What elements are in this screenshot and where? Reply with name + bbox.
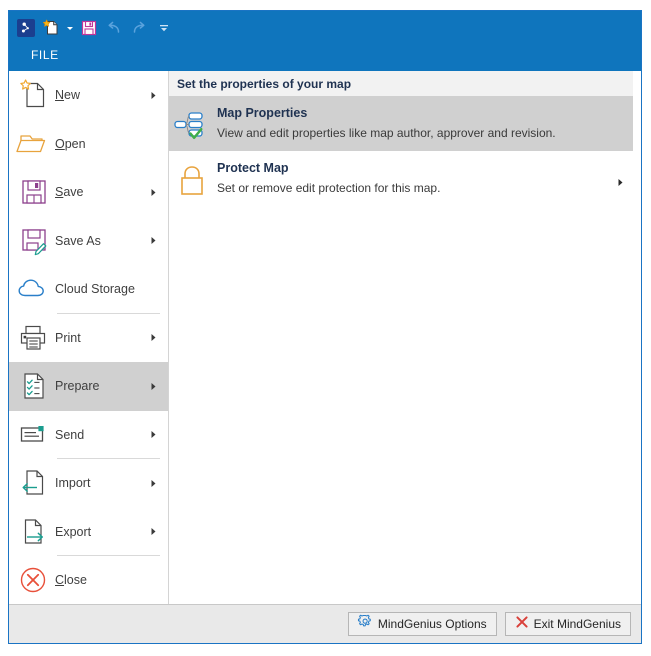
sidebar-item-close-label: Close — [55, 573, 87, 588]
sidebar-item-import-arrow-icon — [150, 479, 168, 488]
tab-file-label: FILE — [31, 48, 59, 62]
command-map-properties[interactable]: Map Properties View and edit properties … — [169, 96, 633, 151]
content-header-title: Set the properties of your map — [177, 76, 352, 91]
padlock-icon — [169, 158, 217, 204]
backstage-bottom-bar: MindGenius Options Exit MindGenius — [9, 604, 641, 643]
command-protect-map[interactable]: Protect Map Set or remove edit protectio… — [169, 151, 633, 206]
sidebar-item-cloud-storage-label: Cloud Storage — [55, 282, 135, 297]
sidebar-item-save-as-arrow-icon — [150, 236, 168, 245]
backstage-content-panel: Set the properties of your map Map Prope… — [169, 71, 633, 604]
sidebar-item-open[interactable]: Open — [9, 120, 168, 169]
sidebar-item-save[interactable]: Save — [9, 168, 168, 217]
sidebar-item-open-label: Open — [55, 136, 86, 151]
sidebar-item-cloud-storage[interactable]: Cloud Storage — [9, 265, 168, 314]
export-icon — [9, 508, 55, 556]
sidebar-item-prepare-arrow-icon — [150, 382, 168, 391]
sidebar-item-save-as-label: Save As — [55, 233, 101, 248]
close-x-icon — [515, 615, 529, 634]
send-envelope-icon — [9, 411, 55, 459]
sidebar-item-print-label: Print — [55, 330, 81, 345]
tab-file[interactable]: FILE — [31, 41, 59, 69]
sidebar-item-export-arrow-icon — [150, 527, 168, 536]
sidebar-item-export-label: Export — [55, 524, 92, 539]
command-protect-map-arrow-icon — [607, 178, 633, 187]
sidebar-item-new-label: New — [55, 88, 81, 103]
sidebar-item-new-arrow-icon — [150, 91, 168, 100]
exit-mindgenius-label: Exit MindGenius — [533, 617, 621, 631]
sidebar-item-send[interactable]: Send — [9, 411, 168, 460]
sidebar-item-print-arrow-icon — [150, 333, 168, 342]
command-map-properties-title: Map Properties — [217, 106, 308, 120]
backstage-body: New Open Save Save As Cloud Storage Prin… — [9, 71, 641, 643]
command-protect-map-title: Protect Map — [217, 161, 289, 175]
command-protect-map-text: Protect Map Set or remove edit protectio… — [217, 158, 607, 197]
sidebar-item-close[interactable]: Close — [9, 556, 168, 604]
import-icon — [9, 459, 55, 507]
save-icon[interactable] — [78, 17, 100, 39]
close-circle-icon — [9, 556, 55, 604]
content-header: Set the properties of your map — [169, 71, 633, 96]
content-scroll-gutter[interactable] — [633, 131, 641, 604]
sidebar-item-save-as[interactable]: Save As — [9, 217, 168, 266]
mindgenius-options-button[interactable]: MindGenius Options — [347, 612, 497, 636]
save-as-icon — [9, 217, 55, 265]
title-bar: FILE — [9, 11, 641, 71]
command-protect-map-description: Set or remove edit protection for this m… — [217, 181, 441, 195]
exit-mindgenius-button[interactable]: Exit MindGenius — [504, 612, 631, 636]
undo-icon[interactable] — [103, 17, 125, 39]
sidebar-item-export[interactable]: Export — [9, 508, 168, 557]
backstage-sidebar: New Open Save Save As Cloud Storage Prin… — [9, 71, 169, 604]
save-floppy-icon — [9, 168, 55, 216]
sidebar-item-import[interactable]: Import — [9, 459, 168, 508]
application-root: FILE New Open Save Save As Cloud Storage… — [0, 0, 651, 656]
sidebar-item-save-label: Save — [55, 185, 84, 200]
cloud-icon — [9, 265, 55, 313]
sidebar-item-send-arrow-icon — [150, 430, 168, 439]
sidebar-item-import-label: Import — [55, 476, 91, 491]
mindgenius-options-label: MindGenius Options — [377, 617, 487, 631]
quick-access-toolbar — [15, 15, 175, 41]
new-map-dropdown-icon[interactable] — [65, 17, 75, 39]
app-logo-icon[interactable] — [15, 17, 37, 39]
new-map-icon[interactable] — [40, 17, 62, 39]
gear-icon — [357, 614, 373, 634]
mindgenius-window: FILE New Open Save Save As Cloud Storage… — [8, 10, 642, 644]
command-map-properties-text: Map Properties View and edit properties … — [217, 103, 607, 142]
sidebar-item-print[interactable]: Print — [9, 314, 168, 363]
sidebar-item-send-label: Send — [55, 427, 85, 442]
customize-toolbar-icon[interactable] — [153, 17, 175, 39]
new-document-icon — [9, 71, 55, 119]
prepare-checklist-icon — [9, 362, 55, 410]
printer-icon — [9, 314, 55, 362]
redo-icon[interactable] — [128, 17, 150, 39]
open-folder-icon — [9, 120, 55, 168]
sidebar-item-prepare[interactable]: Prepare — [9, 362, 168, 411]
sidebar-item-save-arrow-icon — [150, 188, 168, 197]
map-properties-icon — [169, 103, 217, 149]
sidebar-item-prepare-label: Prepare — [55, 379, 100, 394]
sidebar-item-new[interactable]: New — [9, 71, 168, 120]
command-map-properties-description: View and edit properties like map author… — [217, 126, 556, 140]
